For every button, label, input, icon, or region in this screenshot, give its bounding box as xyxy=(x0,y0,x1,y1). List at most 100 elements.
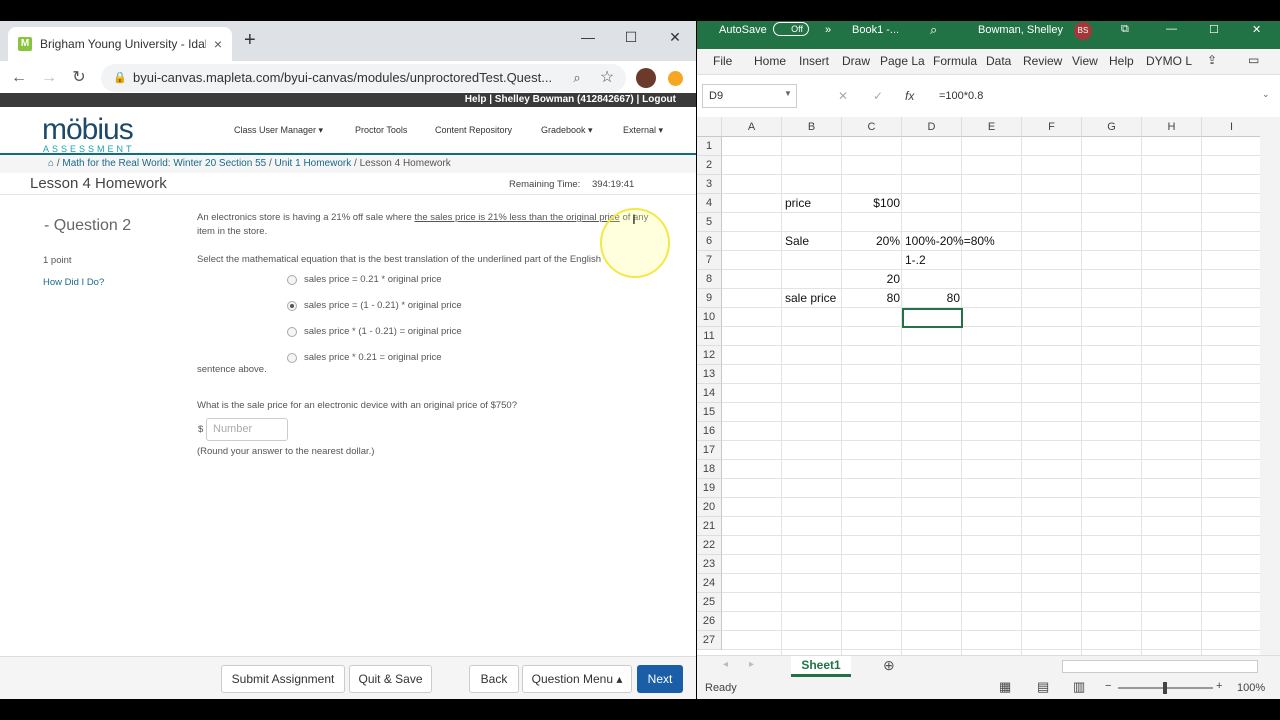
question-menu-button[interactable]: Question Menu ▴ xyxy=(522,665,632,693)
sheet-tab-sheet1[interactable]: Sheet1 xyxy=(791,656,851,677)
close-window-icon[interactable]: ✕ xyxy=(655,25,695,49)
select-all-corner[interactable] xyxy=(697,117,722,137)
tab-home[interactable]: Home xyxy=(754,54,786,68)
tab-review[interactable]: Review xyxy=(1023,54,1062,68)
name-box[interactable]: D9 xyxy=(702,84,797,108)
column-header-C[interactable]: C xyxy=(842,117,902,137)
browser-tab[interactable]: M Brigham Young University - Idah × xyxy=(8,27,232,61)
ribbon-display-icon[interactable]: ⧉ xyxy=(1121,23,1129,36)
menu-gradebook[interactable]: Gradebook ▾ xyxy=(541,125,593,136)
radio-button-selected[interactable] xyxy=(287,301,297,311)
row-header-14[interactable]: 14 xyxy=(697,384,722,403)
radio-button[interactable] xyxy=(287,327,297,337)
next-sheet-icon[interactable]: ▸ xyxy=(749,659,754,670)
cell-C9[interactable]: 80 xyxy=(842,289,900,308)
breadcrumb-course[interactable]: Math for the Real World: Winter 20 Secti… xyxy=(62,158,266,169)
minimize-icon[interactable]: — xyxy=(568,25,608,49)
row-header-5[interactable]: 5 xyxy=(697,213,722,232)
tab-draw[interactable]: Draw xyxy=(842,54,870,68)
cell-C6[interactable]: 20% xyxy=(842,232,900,251)
zoom-level[interactable]: 100% xyxy=(1237,682,1265,694)
column-header-E[interactable]: E xyxy=(962,117,1022,137)
home-icon[interactable]: ⌂ xyxy=(48,158,54,169)
normal-view-icon[interactable]: ▦ xyxy=(999,679,1011,695)
menu-proctor-tools[interactable]: Proctor Tools xyxy=(355,125,407,135)
radio-button[interactable] xyxy=(287,275,297,285)
profile-avatar[interactable] xyxy=(636,68,656,88)
tab-view[interactable]: View xyxy=(1072,54,1098,68)
user-avatar[interactable]: BS xyxy=(1074,22,1092,40)
extension-icon[interactable] xyxy=(668,71,683,86)
zoom-slider-thumb[interactable] xyxy=(1163,682,1167,694)
horizontal-scrollbar[interactable] xyxy=(1062,660,1258,673)
close-tab-icon[interactable]: × xyxy=(214,36,222,52)
row-header-3[interactable]: 3 xyxy=(697,175,722,194)
new-tab-button[interactable]: + xyxy=(244,29,256,52)
name-box-dropdown-icon[interactable]: ▼ xyxy=(784,89,792,98)
row-header-8[interactable]: 8 xyxy=(697,270,722,289)
close-icon[interactable]: ✕ xyxy=(1252,23,1261,36)
menu-external[interactable]: External ▾ xyxy=(623,125,663,136)
row-header-16[interactable]: 16 xyxy=(697,422,722,441)
row-header-11[interactable]: 11 xyxy=(697,327,722,346)
tab-page-layout[interactable]: Page La xyxy=(880,54,925,68)
row-header-19[interactable]: 19 xyxy=(697,479,722,498)
page-layout-view-icon[interactable]: ▤ xyxy=(1037,679,1049,695)
zoom-in-icon[interactable]: + xyxy=(1216,680,1222,692)
cell-D6[interactable]: 100%-20%=80% xyxy=(905,232,995,251)
share-icon[interactable]: ⇪ xyxy=(1207,53,1217,67)
maximize-icon[interactable]: ☐ xyxy=(611,25,651,49)
row-header-12[interactable]: 12 xyxy=(697,346,722,365)
row-header-24[interactable]: 24 xyxy=(697,574,722,593)
option-1[interactable]: sales price = (1 - 0.21) * original pric… xyxy=(287,299,462,313)
option-3[interactable]: sales price * 0.21 = original price xyxy=(287,351,442,365)
answer-input[interactable]: Number xyxy=(206,418,288,441)
reload-icon[interactable]: ↻ xyxy=(67,66,91,90)
how-did-i-do-link[interactable]: How Did I Do? xyxy=(43,277,104,288)
autosave-toggle[interactable]: Off xyxy=(773,22,809,36)
cell-B6[interactable]: Sale xyxy=(785,232,809,251)
row-header-26[interactable]: 26 xyxy=(697,612,722,631)
back-button[interactable]: Back xyxy=(469,665,519,693)
next-button[interactable]: Next xyxy=(637,665,683,693)
row-header-22[interactable]: 22 xyxy=(697,536,722,555)
row-header-2[interactable]: 2 xyxy=(697,156,722,175)
row-header-10[interactable]: 10 xyxy=(697,308,722,327)
formula-content[interactable]: =100*0.8 xyxy=(939,84,983,108)
enter-icon[interactable]: ✓ xyxy=(873,89,883,103)
column-header-D[interactable]: D xyxy=(902,117,962,137)
cell-D7[interactable]: 1-.2 xyxy=(905,251,926,270)
row-header-4[interactable]: 4 xyxy=(697,194,722,213)
cell-C8[interactable]: 20 xyxy=(842,270,900,289)
option-2[interactable]: sales price * (1 - 0.21) = original pric… xyxy=(287,325,462,339)
row-header-18[interactable]: 18 xyxy=(697,460,722,479)
submit-assignment-button[interactable]: Submit Assignment xyxy=(221,665,345,693)
mobius-header-links[interactable]: Help | Shelley Bowman (412842667) | Logo… xyxy=(0,93,696,107)
column-header-G[interactable]: G xyxy=(1082,117,1142,137)
row-header-21[interactable]: 21 xyxy=(697,517,722,536)
prev-sheet-icon[interactable]: ◂ xyxy=(723,659,728,670)
menu-class-user-manager[interactable]: Class User Manager ▾ xyxy=(234,125,323,136)
page-break-view-icon[interactable]: ▥ xyxy=(1073,679,1085,695)
cell-B4[interactable]: price xyxy=(785,194,811,213)
forward-arrow-icon[interactable]: → xyxy=(37,66,61,90)
tab-formulas[interactable]: Formula xyxy=(933,54,977,68)
restore-icon[interactable]: ☐ xyxy=(1209,23,1219,36)
breadcrumb-unit[interactable]: Unit 1 Homework xyxy=(275,158,352,169)
comments-icon[interactable]: ▭ xyxy=(1248,53,1259,67)
tab-file[interactable]: File xyxy=(713,54,732,68)
zoom-icon[interactable]: ⌕ xyxy=(565,66,589,90)
selected-cell[interactable] xyxy=(902,308,963,328)
quit-save-button[interactable]: Quit & Save xyxy=(349,665,432,693)
search-icon[interactable]: ⌕ xyxy=(930,22,937,38)
column-header-F[interactable]: F xyxy=(1022,117,1082,137)
vertical-scrollbar[interactable] xyxy=(1260,117,1280,655)
cell-C4[interactable]: $100 xyxy=(842,194,900,213)
star-icon[interactable]: ☆ xyxy=(595,66,619,90)
tab-data[interactable]: Data xyxy=(986,54,1011,68)
zoom-out-icon[interactable]: − xyxy=(1105,680,1111,692)
tab-help[interactable]: Help xyxy=(1109,54,1134,68)
menu-content-repository[interactable]: Content Repository xyxy=(435,125,512,135)
cancel-icon[interactable]: ✕ xyxy=(838,89,848,103)
column-header-H[interactable]: H xyxy=(1142,117,1202,137)
